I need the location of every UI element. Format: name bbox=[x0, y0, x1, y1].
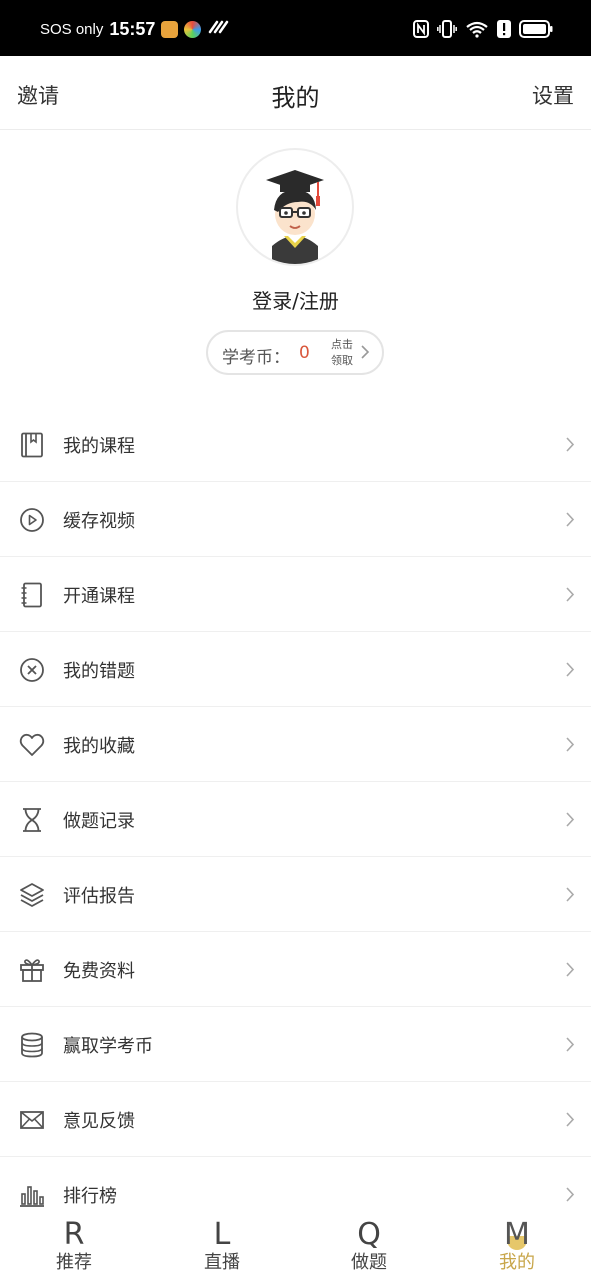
mail-icon bbox=[19, 1107, 45, 1133]
wifi-icon bbox=[465, 20, 489, 38]
x-circle-icon bbox=[19, 657, 45, 683]
menu-item-earn-coins[interactable]: 赢取学考币 bbox=[0, 1007, 591, 1082]
coin-balance: 0 bbox=[299, 343, 310, 363]
chevron-right-icon bbox=[565, 736, 575, 757]
menu-item-label: 评估报告 bbox=[63, 886, 135, 907]
menu-item-label: 做题记录 bbox=[63, 811, 135, 832]
chevron-right-icon bbox=[565, 886, 575, 907]
tab-label: 直播 bbox=[204, 1252, 240, 1273]
app-notification-icon bbox=[161, 20, 179, 38]
status-bar: SOS only 15:57 bbox=[0, 0, 591, 56]
bottom-tab-bar: R 推荐 L 直播 Q 做题 M 我的 bbox=[0, 1218, 591, 1280]
carrier-text: SOS only bbox=[40, 20, 104, 38]
nfc-icon bbox=[413, 20, 429, 38]
menu-item-label: 缓存视频 bbox=[63, 511, 135, 532]
menu-item-activate-course[interactable]: 开通课程 bbox=[0, 557, 591, 632]
layers-icon bbox=[19, 882, 45, 908]
database-icon bbox=[19, 1032, 45, 1058]
tab-mine[interactable]: M 我的 bbox=[457, 1218, 577, 1280]
menu-item-label: 我的课程 bbox=[63, 436, 135, 457]
heart-icon bbox=[19, 732, 45, 758]
book-icon bbox=[19, 432, 45, 458]
menu-item-free-materials[interactable]: 免费资料 bbox=[0, 932, 591, 1007]
menu-item-label: 开通课程 bbox=[63, 586, 135, 607]
student-avatar-icon bbox=[266, 170, 324, 264]
app-notification-icon bbox=[184, 20, 202, 38]
claim-line-1: 点击 bbox=[331, 338, 353, 351]
menu-item-feedback[interactable]: 意见反馈 bbox=[0, 1082, 591, 1157]
chevron-right-icon bbox=[565, 811, 575, 832]
tab-label: 做题 bbox=[351, 1252, 387, 1273]
mine-icon: M bbox=[504, 1217, 530, 1252]
hourglass-icon bbox=[19, 807, 45, 833]
tab-live[interactable]: L 直播 bbox=[162, 1218, 282, 1280]
chevron-right-icon bbox=[565, 961, 575, 982]
alert-icon bbox=[497, 20, 511, 38]
coin-claim-pill[interactable]: 学考币： 0 点击 领取 bbox=[206, 330, 384, 375]
page-title: 我的 bbox=[271, 84, 320, 112]
chevron-right-icon bbox=[565, 1036, 575, 1057]
menu-item-favorites[interactable]: 我的收藏 bbox=[0, 707, 591, 782]
chevron-right-icon bbox=[565, 586, 575, 607]
chevron-right-icon bbox=[360, 344, 370, 364]
bar-chart-icon bbox=[19, 1182, 45, 1208]
tab-practice[interactable]: Q 做题 bbox=[309, 1218, 429, 1280]
chevron-right-icon bbox=[565, 511, 575, 532]
login-register-link[interactable]: 登录/注册 bbox=[0, 285, 591, 314]
menu-item-label: 排行榜 bbox=[63, 1186, 117, 1207]
live-icon: L bbox=[213, 1217, 231, 1252]
app-header: 邀请 我的 设置 bbox=[0, 56, 591, 130]
menu-item-wrong-questions[interactable]: 我的错题 bbox=[0, 632, 591, 707]
menu-item-label: 我的错题 bbox=[63, 661, 135, 682]
settings-button[interactable]: 设置 bbox=[532, 80, 574, 110]
tab-recommend[interactable]: R 推荐 bbox=[14, 1218, 134, 1280]
chevron-right-icon bbox=[565, 436, 575, 457]
chevron-right-icon bbox=[565, 661, 575, 682]
gift-icon bbox=[19, 957, 45, 983]
vibrate-icon bbox=[437, 20, 457, 38]
clock: 15:57 bbox=[109, 18, 156, 39]
claim-line-2: 领取 bbox=[331, 354, 353, 367]
recommend-icon: R bbox=[63, 1217, 85, 1252]
avatar[interactable] bbox=[236, 148, 354, 266]
menu-item-practice-history[interactable]: 做题记录 bbox=[0, 782, 591, 857]
battery-icon bbox=[519, 20, 553, 38]
menu-item-label: 免费资料 bbox=[63, 961, 135, 982]
tab-label: 我的 bbox=[499, 1252, 535, 1273]
play-circle-icon bbox=[19, 507, 45, 533]
claim-text: 点击 领取 bbox=[326, 337, 358, 369]
menu-item-label: 我的收藏 bbox=[63, 736, 135, 757]
practice-icon: Q bbox=[357, 1217, 381, 1252]
menu-list: 我的课程 缓存视频 开通课程 我的错题 我的收藏 做题记录 评估报告 免费资料 … bbox=[0, 407, 591, 1232]
menu-item-my-courses[interactable]: 我的课程 bbox=[0, 407, 591, 482]
chevron-right-icon bbox=[565, 1186, 575, 1207]
menu-item-label: 意见反馈 bbox=[63, 1111, 135, 1132]
menu-item-cached-videos[interactable]: 缓存视频 bbox=[0, 482, 591, 557]
coin-label: 学考币： bbox=[222, 348, 290, 368]
link-icon bbox=[207, 19, 229, 39]
tab-label: 推荐 bbox=[56, 1252, 92, 1273]
notebook-icon bbox=[19, 582, 45, 608]
chevron-right-icon bbox=[565, 1111, 575, 1132]
menu-item-assessment-report[interactable]: 评估报告 bbox=[0, 857, 591, 932]
menu-item-label: 赢取学考币 bbox=[63, 1036, 153, 1057]
